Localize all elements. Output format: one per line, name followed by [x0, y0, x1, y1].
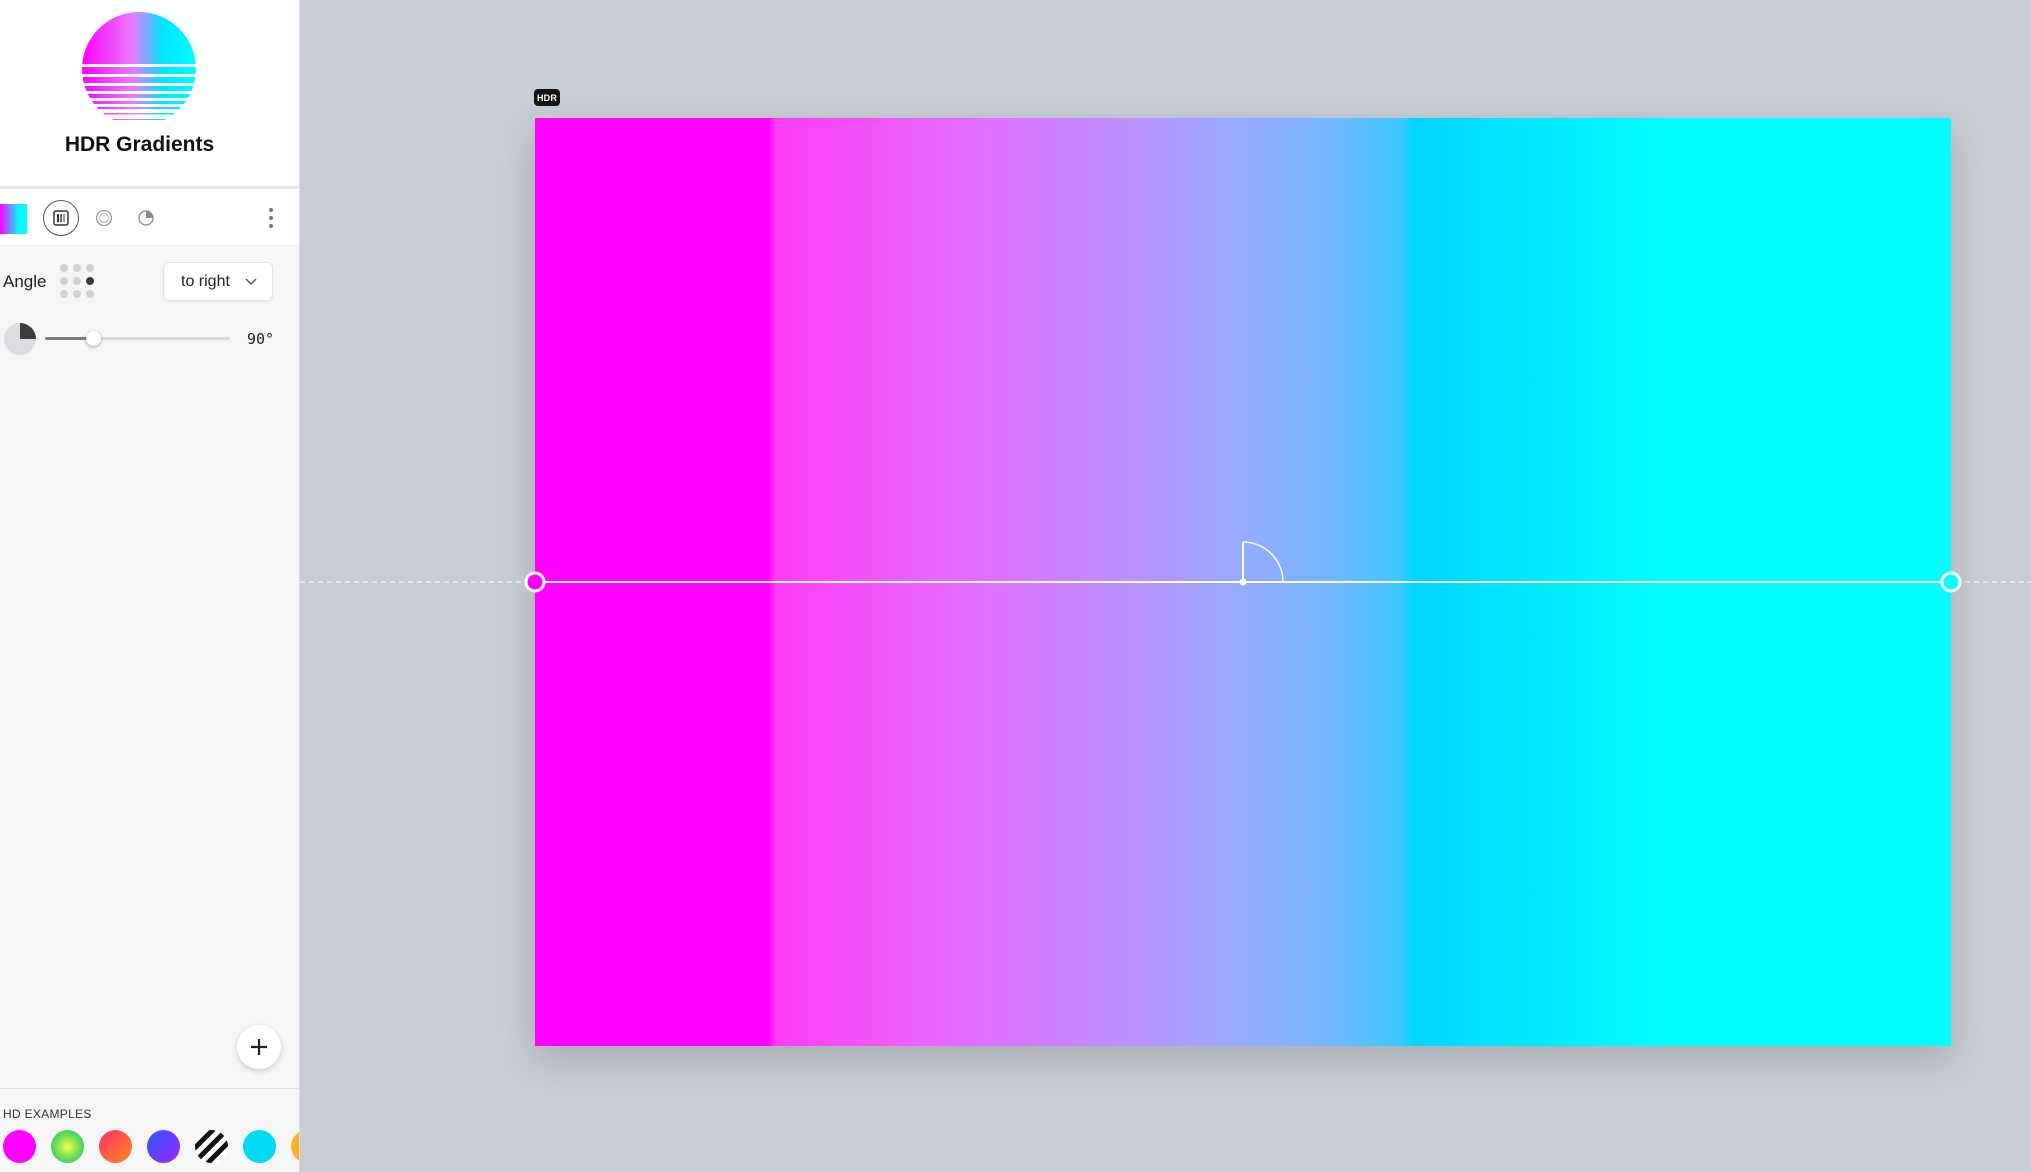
gradient-start-handle[interactable] [524, 571, 546, 593]
gradient-line-overlay [300, 541, 2031, 593]
angle-arc [1242, 541, 1284, 583]
gradient-center-point[interactable] [1239, 578, 1247, 586]
gradient-end-handle[interactable] [1940, 571, 1962, 593]
